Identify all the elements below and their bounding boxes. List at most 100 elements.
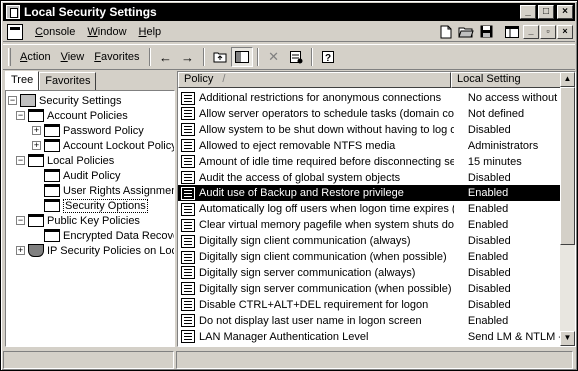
mdi-minimize-button[interactable]: _	[523, 24, 539, 39]
menubar-toolbar: _ ▫ ×	[436, 23, 575, 41]
scroll-thumb[interactable]	[560, 87, 575, 245]
policy-icon	[181, 234, 195, 248]
policy-setting: Disabled	[467, 123, 511, 136]
mdi-close-button[interactable]: ×	[557, 24, 573, 39]
tab-favorites[interactable]: Favorites	[39, 72, 97, 91]
policy-icon	[181, 330, 195, 343]
menu-favorites[interactable]: Favorites	[89, 51, 144, 63]
toolbar-separator	[256, 48, 259, 66]
list-header: Policy / Local Setting	[178, 72, 562, 88]
open-folder-icon[interactable]	[456, 23, 476, 41]
console-window-icon[interactable]	[7, 23, 23, 40]
new-window-icon[interactable]	[502, 23, 522, 41]
policy-name: Allowed to eject removable NTFS media	[199, 139, 396, 152]
status-bar	[3, 350, 575, 370]
properties-icon[interactable]	[285, 47, 307, 67]
forward-arrow-icon[interactable]: →	[177, 47, 199, 67]
policy-row[interactable]: Audit use of Backup and Restore privileg…	[178, 185, 562, 202]
column-header-local-setting[interactable]: Local Setting	[451, 72, 562, 88]
policy-row[interactable]: Digitally sign client communication (whe…	[178, 249, 562, 265]
policy-setting: Disabled	[467, 266, 511, 279]
collapse-icon[interactable]: −	[16, 156, 25, 165]
show-hide-tree-icon[interactable]	[230, 47, 253, 67]
policy-row[interactable]: Digitally sign client communication (alw…	[178, 233, 562, 249]
menu-window[interactable]: Window	[81, 26, 132, 38]
policy-name: Digitally sign client communication (whe…	[199, 251, 447, 263]
policy-setting: Disabled	[467, 298, 511, 311]
tab-tree[interactable]: Tree	[5, 71, 40, 91]
policy-row[interactable]: Allowed to eject removable NTFS media Adm…	[178, 138, 562, 154]
tree-item-audit-policy[interactable]: Audit Policy	[44, 168, 120, 183]
tree-item-account-policies[interactable]: − Account Policies	[16, 108, 128, 123]
maximize-button[interactable]: □	[538, 5, 554, 19]
policy-row[interactable]: Allow server operators to schedule tasks…	[178, 106, 562, 122]
policy-row[interactable]: Disable CTRL+ALT+DEL requirement for log…	[178, 297, 562, 313]
tree-item-encrypted-data-recovery[interactable]: Encrypted Data Recovery	[44, 228, 174, 243]
column-header-policy[interactable]: Policy /	[178, 72, 451, 88]
app-icon[interactable]	[6, 5, 20, 19]
policy-icon	[181, 282, 195, 296]
policy-row[interactable]: Digitally sign server communication (alw…	[178, 265, 562, 281]
help-icon[interactable]: ?	[317, 47, 339, 67]
folder-icon	[44, 139, 60, 152]
collapse-icon[interactable]: −	[8, 96, 17, 105]
tree-item-label: Account Lockout Policy	[63, 139, 175, 152]
tree-item-label: Account Policies	[47, 109, 128, 122]
policy-row[interactable]: Clear virtual memory pagefile when syste…	[178, 217, 562, 233]
column-local-setting-label: Local Setting	[457, 73, 521, 85]
policy-icon	[181, 123, 195, 137]
up-one-level-icon[interactable]	[209, 47, 231, 67]
policy-row[interactable]: Audit the access of global system object…	[178, 170, 562, 186]
delete-icon[interactable]: ✕	[263, 47, 285, 67]
save-disk-icon[interactable]	[476, 23, 496, 41]
policy-name: Disable CTRL+ALT+DEL requirement for log…	[199, 298, 429, 311]
policy-icon	[181, 139, 195, 153]
menu-action[interactable]: Action	[15, 51, 56, 63]
svg-text:?: ?	[325, 53, 331, 64]
policy-row[interactable]: Amount of idle time required before disc…	[178, 154, 562, 170]
collapse-icon[interactable]: −	[16, 216, 25, 225]
policy-name: Allow server operators to schedule tasks…	[199, 107, 454, 120]
policy-row[interactable]: Automatically log off users when logon t…	[178, 201, 562, 217]
policy-setting: Enabled	[467, 187, 509, 200]
menu-console[interactable]: Console	[29, 26, 81, 38]
tree-item-security-options[interactable]: Security Options	[44, 198, 148, 213]
tree-item-ip-security-policies[interactable]: + IP Security Policies on Loca M	[16, 243, 174, 258]
policy-row[interactable]: Do not display last user name in logon s…	[178, 313, 562, 329]
scroll-up-button[interactable]: ▲	[560, 72, 575, 87]
new-document-icon[interactable]	[436, 23, 456, 41]
policy-name: Amount of idle time required before disc…	[199, 155, 454, 168]
tree-item-label: User Rights Assignment	[63, 184, 175, 197]
tree-item-account-lockout-policy[interactable]: + Account Lockout Policy	[32, 138, 175, 153]
policy-row[interactable]: LAN Manager Authentication Level Send LM …	[178, 329, 562, 345]
mdi-restore-button[interactable]: ▫	[540, 24, 556, 39]
policy-setting: Administrators	[467, 139, 539, 152]
title-bar[interactable]: Local Security Settings _ □ ×	[3, 3, 575, 21]
menu-console-accesskey: C	[35, 25, 43, 38]
tree-item-security-settings[interactable]: − Security Settings	[8, 93, 122, 108]
policy-name: LAN Manager Authentication Level	[199, 330, 369, 343]
expand-icon[interactable]: +	[32, 126, 41, 135]
menu-view[interactable]: View	[56, 51, 90, 63]
expand-icon[interactable]: +	[32, 141, 41, 150]
back-arrow-icon[interactable]: ←	[155, 47, 177, 67]
menu-help[interactable]: Help	[133, 26, 168, 38]
tree-item-password-policy[interactable]: + Password Policy	[32, 123, 144, 138]
menu-window-accesskey: W	[87, 25, 98, 38]
policy-icon	[181, 155, 195, 169]
tree-item-local-policies[interactable]: − Local Policies	[16, 153, 114, 168]
toolbar-grip[interactable]	[8, 48, 11, 66]
close-button[interactable]: ×	[557, 5, 573, 19]
policy-row[interactable]: Digitally sign server communication (whe…	[178, 281, 562, 297]
policy-row[interactable]: Allow system to be shut down without hav…	[178, 122, 562, 138]
vertical-scrollbar[interactable]: ▲ ▼	[560, 72, 575, 346]
expand-icon[interactable]: +	[16, 246, 25, 255]
tree-item-user-rights-assignment[interactable]: User Rights Assignment	[44, 183, 175, 198]
tree-item-public-key-policies[interactable]: − Public Key Policies	[16, 213, 140, 228]
scroll-down-button[interactable]: ▼	[560, 331, 575, 346]
computer-icon	[20, 94, 36, 107]
minimize-button[interactable]: _	[520, 5, 536, 19]
sort-indicator-icon: /	[222, 73, 226, 85]
policy-row[interactable]: Additional restrictions for anonymous co…	[178, 90, 562, 106]
collapse-icon[interactable]: −	[16, 111, 25, 120]
